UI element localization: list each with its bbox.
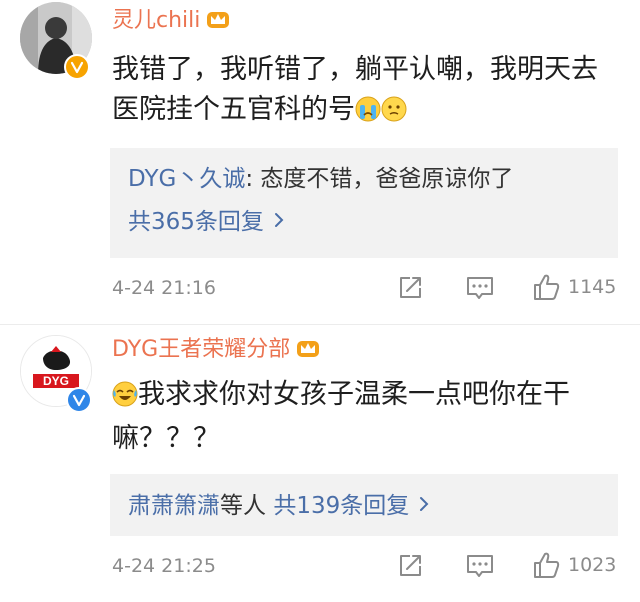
reply-button[interactable]	[465, 274, 495, 302]
thumbs-up-icon	[534, 552, 560, 578]
share-icon	[400, 555, 421, 576]
share-button[interactable]	[396, 274, 424, 302]
reply-author[interactable]: DYG丶久诚	[128, 166, 245, 192]
reply-count[interactable]: 共365条回复	[128, 209, 264, 235]
view-replies-link[interactable]: 肃萧箫潇等人 共139条回复	[128, 490, 429, 521]
comment-body: 我求求你对女孩子温柔一点吧你在干嘛？？？	[112, 379, 570, 454]
username-text[interactable]: 灵儿chili	[112, 8, 200, 33]
reply-button[interactable]	[465, 552, 495, 580]
like-count: 1145	[568, 276, 617, 298]
comment-item: DYG DYG王者荣耀分部 我求求你对女孩子温柔一点吧你在干嘛？？？ 肃萧箫潇等…	[0, 325, 640, 602]
username-text[interactable]: DYG王者荣耀分部	[112, 337, 290, 362]
reply-preview-box[interactable]: 肃萧箫潇等人 共139条回复	[110, 474, 618, 536]
like-count: 1023	[568, 554, 617, 576]
share-icon	[400, 277, 421, 298]
comment-item: 灵儿chili 我错了，我听错了，躺平认嘲，我明天去医院挂个五官科的号 DYG丶…	[0, 0, 640, 325]
comment-icon	[467, 277, 493, 299]
username[interactable]: DYG王者荣耀分部	[112, 336, 320, 367]
verified-badge-icon	[66, 387, 92, 413]
share-button[interactable]	[396, 552, 424, 580]
reply-authors[interactable]: 肃萧箫潇	[128, 493, 220, 519]
thumbs-up-icon	[534, 274, 560, 300]
verified-badge-icon	[64, 54, 90, 80]
like-button[interactable]: 1023	[532, 550, 616, 580]
chevron-right-icon	[274, 206, 284, 236]
reply-count[interactable]: 共139条回复	[273, 493, 409, 519]
crown-badge-icon	[206, 8, 230, 38]
comment-text: 我错了，我听错了，躺平认嘲，我明天去医院挂个五官科的号	[112, 50, 612, 134]
reply-text: : 态度不错，爸爸原谅你了	[245, 166, 514, 192]
timestamp: 4-24 21:16	[112, 277, 216, 299]
reply-joiner: 等人	[220, 493, 266, 519]
crying-laughing-emoji	[112, 379, 138, 419]
timestamp: 4-24 21:25	[112, 555, 216, 577]
reply-preview-line[interactable]: DYG丶久诚: 态度不错，爸爸原谅你了	[128, 164, 513, 194]
username[interactable]: 灵儿chili	[112, 7, 230, 38]
sad-face-emoji	[381, 94, 407, 134]
view-replies-link[interactable]: 共365条回复	[128, 206, 284, 237]
crying-face-emoji	[355, 94, 381, 134]
svg-text:DYG: DYG	[43, 374, 69, 388]
like-button[interactable]: 1145	[532, 272, 616, 302]
crown-badge-icon	[296, 337, 320, 367]
comment-icon	[467, 555, 493, 577]
reply-preview-box[interactable]: DYG丶久诚: 态度不错，爸爸原谅你了 共365条回复	[110, 148, 618, 258]
comment-text: 我求求你对女孩子温柔一点吧你在干嘛？？？	[112, 375, 612, 459]
chevron-right-icon	[419, 490, 429, 520]
